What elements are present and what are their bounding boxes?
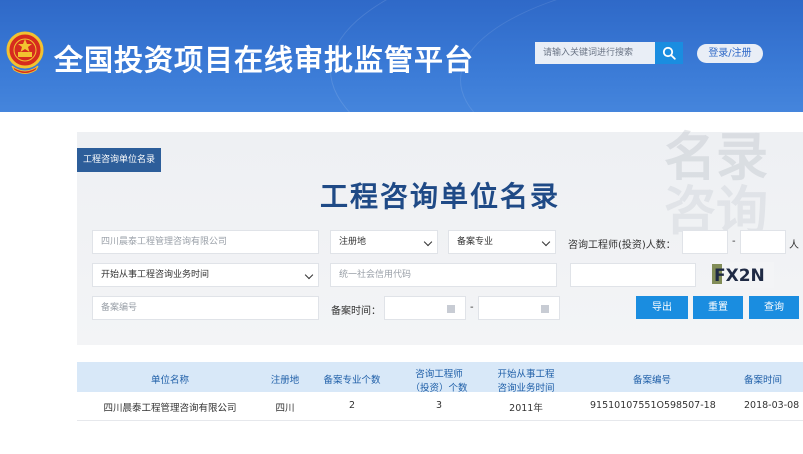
column-header-start-time: 开始从事工程 咨询业务时间 [488,366,564,394]
captcha-text: FX2N [714,266,765,286]
credit-code-input[interactable]: 统一社会信用代码 [330,263,557,287]
column-header-engineer-count: 咨询工程师 （投资）个数 [404,366,474,394]
cell-company-name[interactable]: 四川晨泰工程管理咨询有限公司 [100,400,240,414]
start-time-select-label: 开始从事工程咨询业务时间 [101,270,210,280]
column-header-start-time-line2: 咨询业务时间 [497,383,555,394]
chevron-down-icon [423,237,433,247]
cell-record-number: 91510107551O598507-18 [590,400,716,411]
search-icon [662,46,676,60]
record-time-start-input[interactable] [384,296,466,320]
engineer-count-min-input[interactable] [682,230,728,254]
chevron-down-icon [304,270,314,280]
cell-record-time: 2018-03-08 [744,400,800,411]
cell-start-time: 2011年 [509,403,543,414]
region-select-label: 注册地 [339,237,367,247]
start-time-select[interactable]: 开始从事工程咨询业务时间 [92,263,319,287]
login-register-button[interactable]: 登录/注册 [697,44,763,63]
range-separator: - [470,302,474,313]
column-header-engineer-count-line2: （投资）个数 [410,383,468,394]
calendar-icon [541,305,549,313]
search-button[interactable] [655,42,683,64]
cell-region: 四川 [275,403,295,414]
column-header-specialty-count: 备案专业个数 [323,375,381,386]
search-input[interactable]: 请输入关键词进行搜索 [535,42,655,64]
query-button[interactable]: 查询 [749,296,799,319]
captcha-image[interactable]: FX2N [712,262,774,288]
cell-specialty-count: 2 [348,400,356,411]
record-time-label: 备案时间： [331,306,381,317]
engineer-count-label: 咨询工程师(投资)人数： [568,240,676,251]
section-tag: 工程咨询单位名录 [77,148,161,172]
calendar-icon [447,305,455,313]
row-divider [77,420,803,421]
column-header-record-number: 备案编号 [632,375,671,386]
site-header: 全国投资项目在线审批监管平台 请输入关键词进行搜索 登录/注册 [0,0,803,112]
record-time-end-input[interactable] [478,296,560,320]
company-name-input[interactable]: 四川晨泰工程管理咨询有限公司 [92,230,319,254]
column-header-region: 注册地 [270,375,300,386]
unit-label: 人 [789,240,799,251]
site-title: 全国投资项目在线审批监管平台 [54,43,475,77]
national-emblem-icon [6,31,44,74]
export-button[interactable]: 导出 [636,296,688,319]
region-select[interactable]: 注册地 [330,230,438,254]
column-header-start-time-line1: 开始从事工程 [497,369,555,380]
column-header-record-time: 备案时间 [744,375,783,386]
specialty-select-label: 备案专业 [457,237,494,247]
record-number-input[interactable]: 备案编号 [92,296,319,320]
range-separator: - [732,236,736,247]
column-header-engineer-count-line1: 咨询工程师 [415,369,463,380]
specialty-select[interactable]: 备案专业 [448,230,556,254]
page-title: 工程咨询单位名录 [320,180,561,213]
reset-button[interactable]: 重置 [693,296,743,319]
column-header-company: 单位名称 [150,375,189,386]
captcha-input[interactable] [570,263,696,287]
cell-engineer-count: 3 [435,400,443,411]
watermark-text: 名录 [664,128,769,188]
engineer-count-max-input[interactable] [740,230,786,254]
chevron-down-icon [541,237,551,247]
